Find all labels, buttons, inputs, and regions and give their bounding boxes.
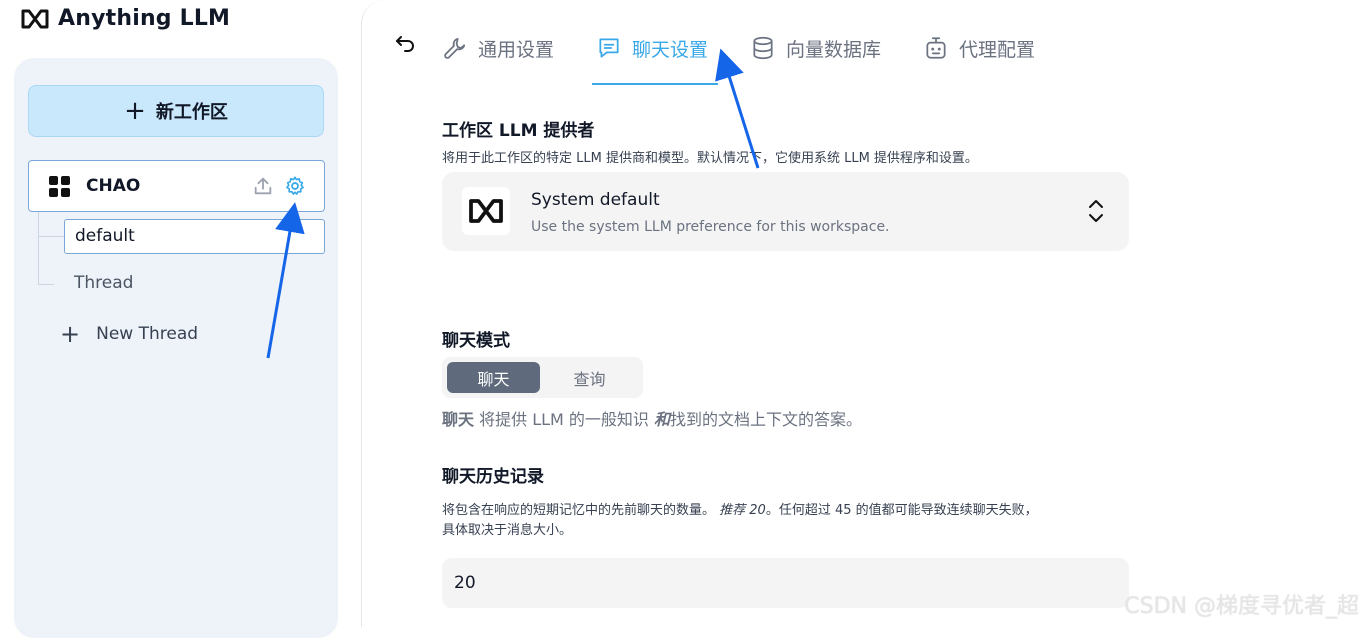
anythingllm-logo-icon [21, 9, 49, 28]
gear-icon[interactable] [284, 175, 306, 197]
chat-history-desc-italic: 推荐 20 [719, 503, 766, 518]
llm-provider-desc: 将用于此工作区的特定 LLM 提供商和模型。默认情况下，它使用系统 LLM 提供… [442, 151, 978, 166]
chat-mode-option-chat[interactable]: 聊天 [447, 362, 540, 393]
chat-mode-desc-bold: 聊天 [442, 410, 475, 429]
new-thread-button[interactable]: + New Thread [60, 322, 198, 346]
thread-item-default[interactable]: default [64, 219, 325, 254]
chevron-updown-icon [1089, 200, 1103, 222]
workspace-panel [14, 58, 338, 638]
tab-label: 通用设置 [478, 38, 555, 61]
chat-history-title: 聊天历史记录 [442, 467, 544, 487]
llm-provider-name: System default [531, 190, 660, 210]
chat-history-desc-text: 将包含在响应的短期记忆中的先前聊天的数量。 [442, 503, 716, 518]
new-thread-label: New Thread [96, 324, 199, 344]
chat-mode-title: 聊天模式 [442, 331, 510, 351]
brand[interactable]: Anything LLM [20, 6, 230, 31]
chat-mode-desc-text: 找到的文档上下文的答案。 [670, 410, 863, 429]
thread-item[interactable]: Thread [74, 273, 133, 293]
workspace-name: CHAO [86, 176, 141, 196]
chat-icon [599, 38, 619, 58]
chat-mode-desc-italic: 和 [654, 410, 671, 429]
tab-label: 向量数据库 [786, 38, 882, 61]
chat-history-desc: 将包含在响应的短期记忆中的先前聊天的数量。 推荐 20。任何超过 45 的值都可… [442, 499, 1038, 518]
tab-label: 代理配置 [959, 38, 1036, 61]
settings-tabs: 通用设置 聊天设置 向量数据库 代理配置 [442, 28, 1077, 85]
tab-general-settings[interactable]: 通用设置 [442, 28, 554, 68]
upload-icon[interactable] [252, 175, 274, 197]
tab-agent-config[interactable]: 代理配置 [923, 28, 1035, 68]
anythingllm-logo-icon [462, 187, 510, 235]
thread-tree-branch [38, 236, 64, 237]
workspace-item[interactable]: CHAO [28, 160, 325, 212]
plus-icon: + [60, 320, 81, 348]
llm-provider-select[interactable]: System default Use the system LLM prefer… [442, 172, 1129, 251]
robot-icon [926, 37, 946, 59]
chat-history-desc-line2: 具体取决于消息大小。 [442, 523, 573, 538]
chat-mode-option-query[interactable]: 查询 [543, 362, 636, 393]
new-workspace-button[interactable]: + 新工作区 [28, 85, 324, 137]
llm-provider-subtitle: Use the system LLM preference for this w… [531, 219, 890, 235]
chat-history-input[interactable]: 20 [442, 558, 1129, 608]
thread-tree-branch [38, 284, 54, 285]
tab-chat-settings[interactable]: 聊天设置 [592, 28, 719, 85]
wrench-icon [444, 37, 466, 59]
thread-tree-line [38, 212, 39, 284]
chat-mode-desc-text: 将提供 LLM 的一般知识 [474, 410, 654, 429]
llm-provider-title: 工作区 LLM 提供者 [442, 121, 595, 141]
new-workspace-label: 新工作区 [155, 102, 228, 123]
chat-mode-toggle: 聊天 查询 [442, 357, 643, 398]
tab-label: 聊天设置 [632, 38, 709, 61]
brand-name: Anything LLM [58, 6, 231, 31]
chat-mode-desc: 聊天 将提供 LLM 的一般知识 和找到的文档上下文的答案。 [442, 406, 862, 430]
database-icon [753, 36, 773, 60]
plus-icon: + [124, 96, 146, 126]
watermark: CSDN @梯度寻优者_超 [1124, 594, 1359, 619]
grid-icon [49, 175, 70, 197]
chat-history-desc-text: 。任何超过 45 的值都可能导致连续聊天失败， [765, 503, 1038, 518]
back-arrow-icon[interactable] [393, 32, 417, 56]
tab-vector-database[interactable]: 向量数据库 [750, 28, 881, 68]
